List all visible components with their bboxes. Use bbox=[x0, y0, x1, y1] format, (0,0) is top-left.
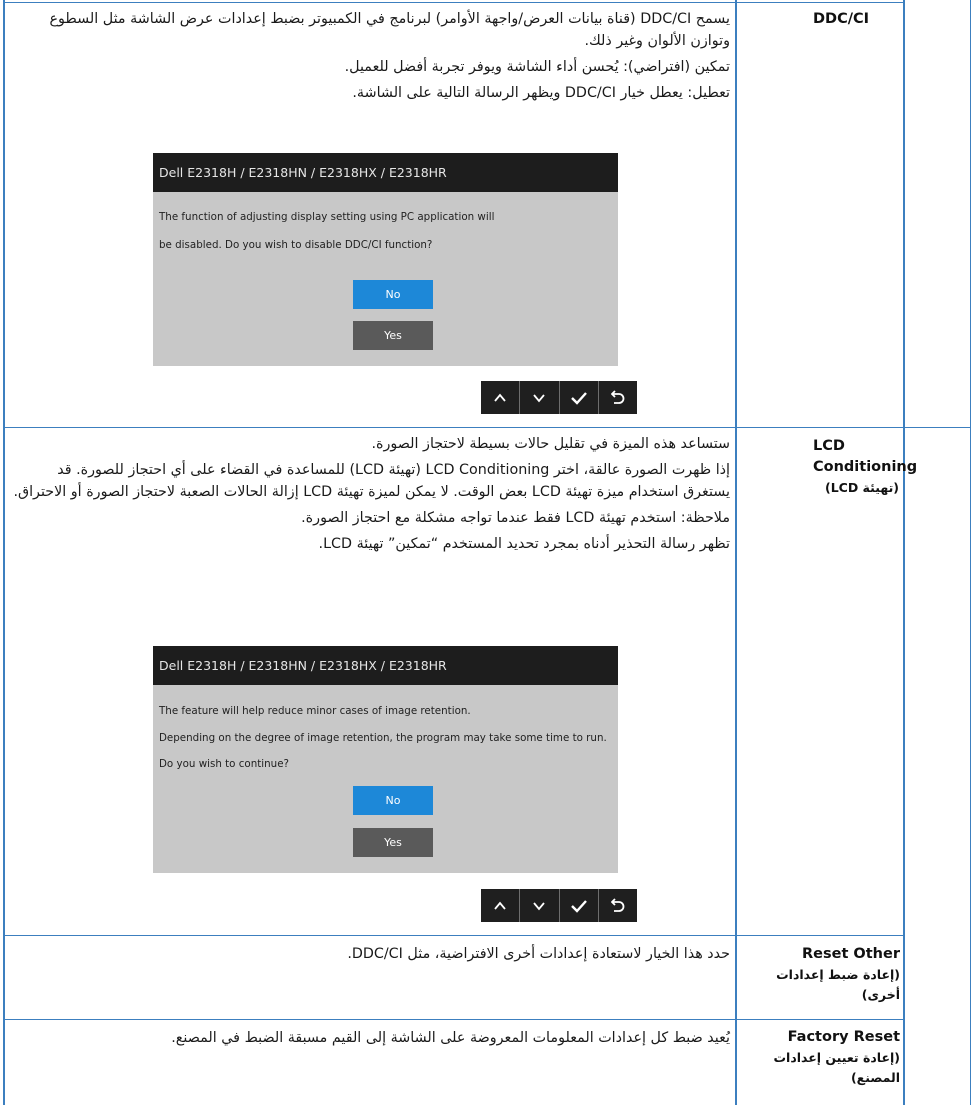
no-button[interactable]: No bbox=[353, 280, 433, 309]
table-border-column bbox=[735, 0, 737, 1105]
description-paragraph: تعطيل: يعطل خيار DDC/CI ويظهر الرسالة ال… bbox=[352, 85, 730, 101]
row-divider bbox=[3, 2, 905, 3]
description-paragraph: ملاحظة: استخدم تهيئة LCD فقط عندما تواجه… bbox=[301, 510, 730, 526]
down-icon bbox=[533, 901, 546, 910]
description-paragraph: إذا ظهرت الصورة عالقة، اختر LCD Conditio… bbox=[13, 462, 730, 500]
row-divider bbox=[905, 427, 971, 428]
osd-dialog-ddcci: Dell E2318H / E2318HN / E2318HX / E2318H… bbox=[153, 153, 618, 366]
row-label-lcd-conditioning: LCD Conditioning (تهيئة LCD) bbox=[813, 438, 918, 495]
dialog-title: Dell E2318H / E2318HN / E2318HX / E2318H… bbox=[153, 646, 618, 685]
osd-nav-bar bbox=[481, 381, 637, 414]
back-icon bbox=[610, 897, 625, 912]
row-divider bbox=[3, 427, 905, 428]
row-description-factory-reset: يُعيد ضبط كل إعدادات المعلومات المعروضة … bbox=[10, 1027, 730, 1049]
description-paragraph: ستساعد هذه الميزة في تقليل حالات بسيطة ل… bbox=[371, 436, 730, 452]
back-icon bbox=[610, 389, 625, 404]
check-icon bbox=[570, 899, 587, 913]
dialog-message: The feature will help reduce minor cases… bbox=[159, 705, 471, 717]
up-button[interactable] bbox=[481, 889, 521, 922]
description-paragraph: تظهر رسالة التحذير أدناه بمجرد تحديد الم… bbox=[318, 536, 730, 552]
row-label-reset-other: Reset Other (إعادة ضبط إعدادات أخرى) bbox=[776, 946, 900, 1002]
row-divider bbox=[3, 935, 905, 936]
dialog-message: Depending on the degree of image retenti… bbox=[159, 732, 607, 744]
confirm-button[interactable] bbox=[560, 381, 599, 414]
dialog-title: Dell E2318H / E2318HN / E2318HX / E2318H… bbox=[153, 153, 618, 192]
row-description-reset-other: حدد هذا الخيار لاستعادة إعدادات أخرى الا… bbox=[10, 943, 730, 965]
up-icon bbox=[494, 901, 506, 910]
up-icon bbox=[494, 393, 506, 402]
confirm-button[interactable] bbox=[560, 889, 599, 922]
down-button[interactable] bbox=[520, 381, 560, 414]
check-icon bbox=[570, 391, 587, 405]
row-description-ddcci: يسمح DDC/CI (قناة بيانات العرض/واجهة الأ… bbox=[10, 8, 730, 104]
back-button[interactable] bbox=[599, 889, 637, 922]
row-divider bbox=[3, 1019, 905, 1020]
row-label-factory-reset: Factory Reset (إعادة تعيين إعدادات المصن… bbox=[773, 1029, 900, 1085]
table-border-right bbox=[903, 0, 905, 1105]
down-icon bbox=[533, 393, 546, 402]
yes-button[interactable]: Yes bbox=[353, 828, 433, 857]
page-margin-line bbox=[970, 0, 971, 1105]
description-paragraph: يسمح DDC/CI (قناة بيانات العرض/واجهة الأ… bbox=[49, 11, 730, 49]
osd-dialog-lcd-conditioning: Dell E2318H / E2318HN / E2318HX / E2318H… bbox=[153, 646, 618, 873]
back-button[interactable] bbox=[599, 381, 637, 414]
row-description-lcd-conditioning: ستساعد هذه الميزة في تقليل حالات بسيطة ل… bbox=[10, 433, 730, 555]
dialog-message: Do you wish to continue? bbox=[159, 758, 289, 770]
osd-nav-bar bbox=[481, 889, 637, 922]
manual-page: DDC/CI يسمح DDC/CI (قناة بيانات العرض/وا… bbox=[0, 0, 978, 1105]
description-paragraph: حدد هذا الخيار لاستعادة إعدادات أخرى الا… bbox=[347, 946, 730, 962]
yes-button[interactable]: Yes bbox=[353, 321, 433, 350]
dialog-message: be disabled. Do you wish to disable DDC/… bbox=[159, 239, 433, 251]
table-border-left bbox=[3, 0, 5, 1105]
description-paragraph: تمكين (افتراضي): يُحسن أداء الشاشة ويوفر… bbox=[344, 59, 730, 75]
no-button[interactable]: No bbox=[353, 786, 433, 815]
down-button[interactable] bbox=[520, 889, 560, 922]
dialog-message: The function of adjusting display settin… bbox=[159, 211, 495, 223]
row-label-ddcci: DDC/CI bbox=[813, 11, 870, 27]
description-paragraph: يُعيد ضبط كل إعدادات المعلومات المعروضة … bbox=[171, 1030, 730, 1046]
up-button[interactable] bbox=[481, 381, 521, 414]
